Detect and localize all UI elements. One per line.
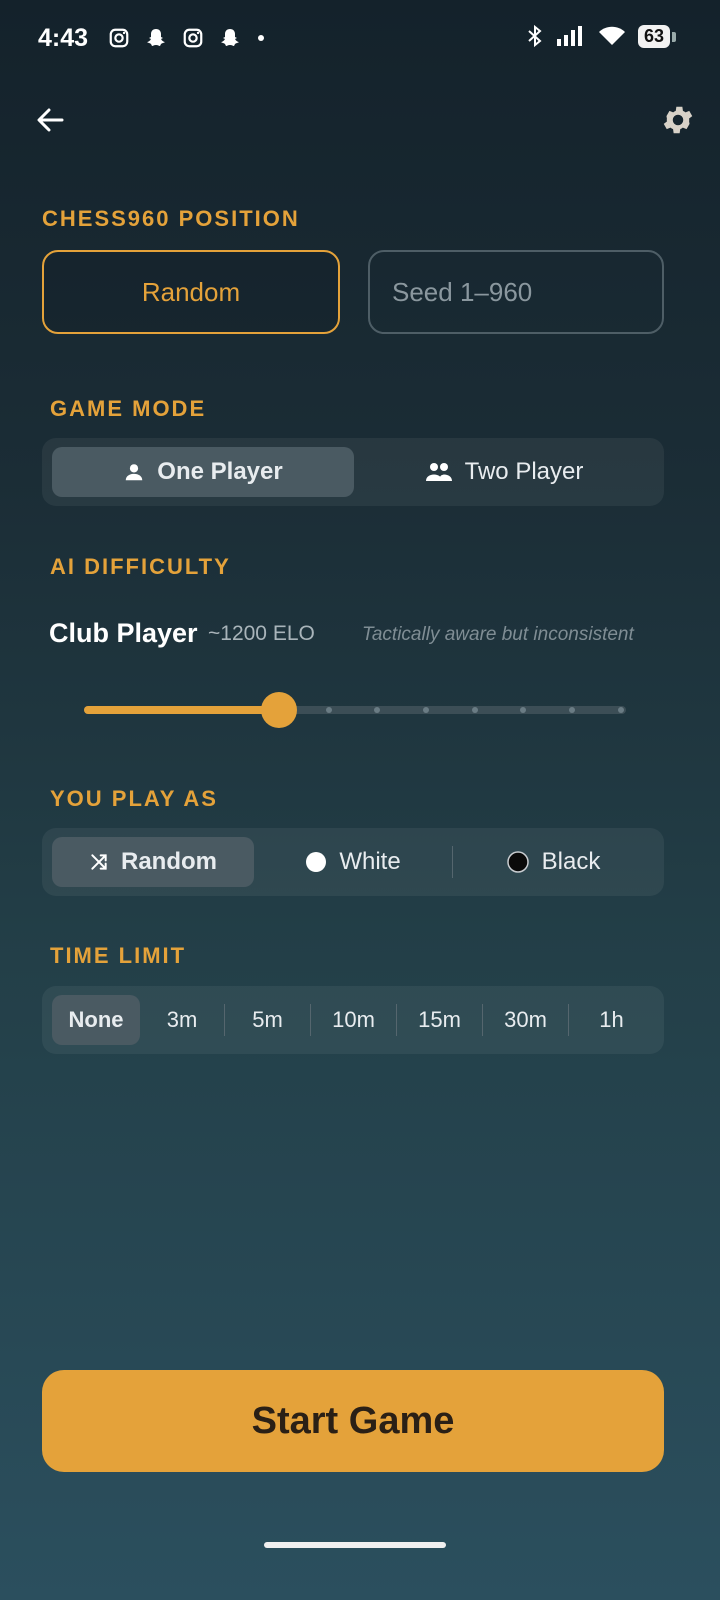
system-icons: 63 bbox=[526, 24, 677, 48]
wifi-icon bbox=[598, 26, 625, 45]
time-option-10m[interactable]: 10m bbox=[311, 995, 396, 1045]
snapchat-icon bbox=[221, 29, 239, 46]
slider-step-dot bbox=[569, 707, 575, 713]
time-option-none[interactable]: None bbox=[52, 995, 140, 1045]
bluetooth-icon bbox=[528, 24, 542, 48]
two-player-option[interactable]: Two Player bbox=[354, 447, 654, 497]
play-as-random-option[interactable]: Random bbox=[52, 837, 254, 887]
position-section-label: CHESS960 POSITION bbox=[42, 206, 300, 231]
play-as-white-label: White bbox=[339, 848, 401, 875]
difficulty-slider-fill bbox=[84, 706, 280, 714]
difficulty-level-name: Club Player bbox=[49, 618, 198, 648]
one-player-option[interactable]: One Player bbox=[52, 447, 354, 497]
time-limit-selector: None 3m 5m 10m 15m 30m 1h bbox=[42, 986, 664, 1054]
two-player-label: Two Player bbox=[464, 458, 584, 485]
settings-button[interactable] bbox=[656, 98, 700, 142]
difficulty-elo: ~1200 ELO bbox=[208, 622, 315, 645]
time-option-3m[interactable]: 3m bbox=[140, 995, 224, 1045]
snapchat-icon bbox=[147, 29, 165, 46]
back-button[interactable] bbox=[30, 100, 70, 140]
slider-step-dot bbox=[520, 707, 526, 713]
ai-difficulty-section-label: AI DIFFICULTY bbox=[50, 554, 231, 579]
slider-step-dot bbox=[374, 707, 380, 713]
slider-step-dot bbox=[618, 707, 624, 713]
difficulty-slider-thumb[interactable] bbox=[261, 692, 298, 728]
black-circle-icon bbox=[506, 851, 529, 873]
person-icon bbox=[126, 464, 143, 481]
home-indicator[interactable] bbox=[264, 1542, 446, 1548]
play-as-white-option[interactable]: White bbox=[254, 837, 452, 887]
difficulty-description: Tactically aware but inconsistent bbox=[362, 624, 634, 645]
play-as-black-label: Black bbox=[541, 848, 601, 875]
time-limit-section-label: TIME LIMIT bbox=[50, 943, 187, 968]
play-as-random-label: Random bbox=[121, 848, 217, 875]
slider-step-dot bbox=[423, 707, 429, 713]
slider-step-dot bbox=[472, 707, 478, 713]
back-arrow-icon bbox=[37, 108, 64, 132]
time-option-30m[interactable]: 30m bbox=[483, 995, 568, 1045]
battery-icon: 63 bbox=[637, 24, 677, 48]
dot-icon bbox=[258, 35, 264, 41]
game-mode-section-label: GAME MODE bbox=[50, 396, 207, 421]
white-circle-icon bbox=[306, 852, 327, 872]
play-as-selector: Random White Black bbox=[42, 828, 664, 896]
time-option-1h[interactable]: 1h bbox=[569, 995, 654, 1045]
one-player-label: One Player bbox=[157, 458, 283, 485]
play-as-black-option[interactable]: Black bbox=[453, 837, 653, 887]
signal-icon bbox=[556, 26, 582, 46]
gear-icon bbox=[663, 106, 693, 134]
people-icon bbox=[425, 463, 452, 481]
start-game-button[interactable]: Start Game bbox=[42, 1370, 664, 1472]
play-as-section-label: YOU PLAY AS bbox=[50, 786, 218, 811]
status-time: 4:43 bbox=[38, 24, 89, 52]
instagram-icon bbox=[183, 28, 203, 48]
instagram-icon bbox=[109, 28, 129, 48]
seed-input[interactable]: Seed 1–960 bbox=[368, 250, 664, 334]
slider-step-dot bbox=[326, 707, 332, 713]
shuffle-icon bbox=[91, 854, 107, 870]
random-position-button[interactable]: Random bbox=[42, 250, 340, 334]
time-option-15m[interactable]: 15m bbox=[397, 995, 482, 1045]
game-mode-selector: One Player Two Player bbox=[42, 438, 664, 506]
time-option-5m[interactable]: 5m bbox=[225, 995, 310, 1045]
notification-icons bbox=[108, 26, 266, 50]
